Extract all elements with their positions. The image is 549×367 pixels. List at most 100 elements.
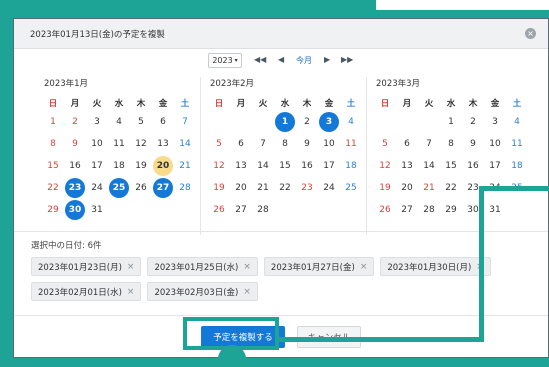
weekday-header: 木 (302, 99, 312, 109)
day-cell[interactable]: 11 (340, 133, 362, 155)
day-cell[interactable]: 6 (230, 133, 252, 155)
day-cell[interactable]: 7 (174, 111, 196, 133)
year-select[interactable]: 2023 ▾ (208, 53, 242, 68)
day-cell[interactable]: 17 (484, 155, 506, 177)
day-cell[interactable]: 19 (130, 155, 152, 177)
day-cell[interactable]: 13 (230, 155, 252, 177)
day-cell[interactable]: 5 (374, 133, 396, 155)
day-cell[interactable]: 5 (130, 111, 152, 133)
day-cell[interactable]: 15 (440, 155, 462, 177)
day-cell[interactable]: 18 (506, 155, 528, 177)
day-cell[interactable]: 23 (64, 177, 86, 199)
day-cell[interactable]: 5 (208, 133, 230, 155)
day-cell[interactable]: 25 (340, 177, 362, 199)
day-cell[interactable]: 24 (86, 177, 108, 199)
remove-icon[interactable]: × (360, 262, 368, 272)
day-cell[interactable]: 14 (252, 155, 274, 177)
day-cell[interactable]: 11 (108, 133, 130, 155)
day-cell[interactable]: 27 (230, 199, 252, 221)
day-cell[interactable]: 9 (296, 133, 318, 155)
day-cell[interactable]: 3 (86, 111, 108, 133)
day-cell[interactable]: 13 (152, 133, 174, 155)
day-cell[interactable]: 20 (396, 177, 418, 199)
day-cell[interactable]: 4 (506, 111, 528, 133)
day-cell[interactable]: 4 (340, 111, 362, 133)
day-cell[interactable]: 13 (396, 155, 418, 177)
prev-year-icon[interactable]: ◀◀ (254, 55, 266, 64)
day-cell[interactable]: 10 (318, 133, 340, 155)
day-cell[interactable]: 28 (252, 199, 274, 221)
day-cell[interactable]: 14 (174, 133, 196, 155)
day-cell[interactable]: 28 (174, 177, 196, 199)
this-month-link[interactable]: 今月 (296, 55, 312, 66)
day-cell[interactable]: 21 (252, 177, 274, 199)
day-cell[interactable]: 2 (462, 111, 484, 133)
day-cell[interactable]: 20 (230, 177, 252, 199)
day-cell[interactable]: 22 (274, 177, 296, 199)
day-cell[interactable]: 7 (418, 133, 440, 155)
day-cell[interactable]: 8 (274, 133, 296, 155)
day-cell[interactable]: 2 (64, 111, 86, 133)
day-cell[interactable]: 11 (506, 133, 528, 155)
day-cell[interactable]: 30 (64, 199, 86, 221)
day-cell[interactable]: 1 (42, 111, 64, 133)
day-cell[interactable]: 31 (484, 199, 506, 221)
day-cell[interactable]: 19 (374, 177, 396, 199)
day-cell[interactable]: 17 (86, 155, 108, 177)
day-cell[interactable]: 27 (152, 177, 174, 199)
day-cell[interactable]: 6 (396, 133, 418, 155)
close-icon[interactable]: × (525, 28, 536, 39)
day-cell[interactable]: 7 (252, 133, 274, 155)
next-month-icon[interactable]: ▶ (324, 55, 330, 64)
day-cell[interactable]: 21 (418, 177, 440, 199)
day-cell[interactable]: 10 (484, 133, 506, 155)
day-cell[interactable]: 9 (462, 133, 484, 155)
day-cell[interactable]: 26 (130, 177, 152, 199)
day-cell[interactable]: 15 (274, 155, 296, 177)
background-strip (376, 0, 549, 10)
remove-icon[interactable]: × (127, 262, 135, 272)
day-cell[interactable]: 9 (64, 133, 86, 155)
day-cell[interactable]: 22 (42, 177, 64, 199)
day-cell[interactable]: 3 (484, 111, 506, 133)
day-cell[interactable]: 21 (174, 155, 196, 177)
day-cell[interactable]: 17 (318, 155, 340, 177)
day-cell[interactable]: 1 (440, 111, 462, 133)
prev-month-icon[interactable]: ◀ (278, 55, 284, 64)
day-cell[interactable]: 4 (108, 111, 130, 133)
day-cell[interactable]: 15 (42, 155, 64, 177)
day-cell[interactable]: 12 (374, 155, 396, 177)
day-cell[interactable]: 25 (108, 177, 130, 199)
day-cell[interactable]: 26 (374, 199, 396, 221)
day-cell[interactable]: 16 (462, 155, 484, 177)
day-cell[interactable]: 12 (208, 155, 230, 177)
day-cell[interactable]: 6 (152, 111, 174, 133)
day-cell[interactable]: 20 (152, 155, 174, 177)
day-cell[interactable]: 27 (396, 199, 418, 221)
day-cell[interactable]: 8 (440, 133, 462, 155)
day-cell[interactable]: 26 (208, 199, 230, 221)
day-cell[interactable]: 10 (86, 133, 108, 155)
day-cell[interactable]: 24 (318, 177, 340, 199)
day-cell[interactable]: 19 (208, 177, 230, 199)
day-cell[interactable]: 1 (274, 111, 296, 133)
day-cell[interactable]: 12 (130, 133, 152, 155)
day-cell[interactable]: 31 (86, 199, 108, 221)
day-cell[interactable]: 29 (42, 199, 64, 221)
day-cell[interactable]: 28 (418, 199, 440, 221)
day-cell[interactable]: 8 (42, 133, 64, 155)
remove-icon[interactable]: × (127, 287, 135, 297)
day-cell[interactable]: 22 (440, 177, 462, 199)
remove-icon[interactable]: × (243, 262, 251, 272)
day-cell[interactable]: 3 (318, 111, 340, 133)
day-cell[interactable]: 16 (296, 155, 318, 177)
day-cell[interactable]: 18 (340, 155, 362, 177)
day-cell[interactable]: 16 (64, 155, 86, 177)
day-cell[interactable]: 29 (440, 199, 462, 221)
day-cell[interactable]: 23 (296, 177, 318, 199)
day-cell[interactable]: 14 (418, 155, 440, 177)
remove-icon[interactable]: × (243, 287, 251, 297)
next-year-icon[interactable]: ▶▶ (341, 55, 353, 64)
day-cell[interactable]: 2 (296, 111, 318, 133)
day-cell[interactable]: 18 (108, 155, 130, 177)
